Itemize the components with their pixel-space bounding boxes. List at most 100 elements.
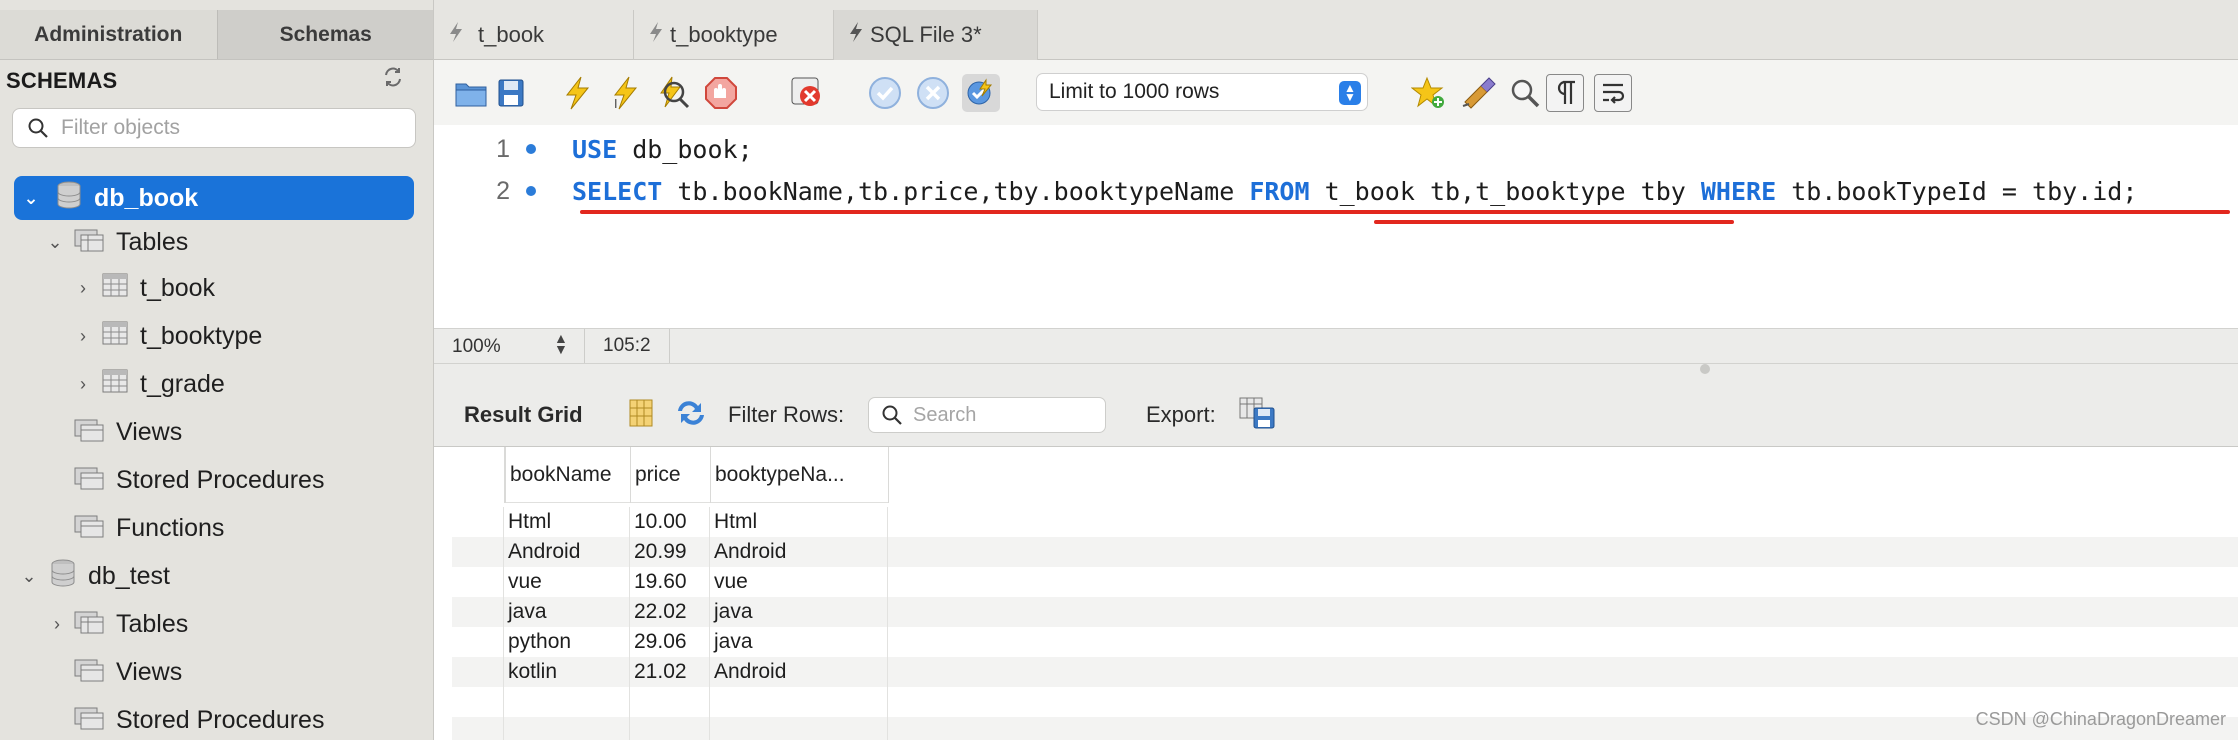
grid-cell[interactable]: Android (710, 657, 888, 687)
toggle-error-icon[interactable] (788, 74, 826, 112)
grid-cell[interactable]: java (710, 597, 888, 627)
tree-item-label: Views (116, 417, 183, 446)
chevron-down-icon[interactable]: ⌄ (20, 188, 42, 209)
table-row[interactable]: vue 19.60 vue (452, 567, 2238, 597)
wrap-icon[interactable] (1594, 74, 1632, 112)
filter-rows-input[interactable] (913, 403, 1093, 427)
grid-cell[interactable]: 10.00 (630, 507, 710, 537)
tree-item-t_booktype[interactable]: › t_booktype (72, 314, 262, 358)
tree-item-views[interactable]: Views (74, 650, 182, 694)
grid-cell[interactable]: 29.06 (630, 627, 710, 657)
table-row[interactable]: python 29.06 java (452, 627, 2238, 657)
chevron-right-icon[interactable]: › (72, 374, 94, 395)
tree-item-label: Views (116, 657, 183, 686)
stop-icon[interactable] (702, 74, 740, 112)
row-selector[interactable] (452, 507, 504, 537)
tab-label: t_booktype (670, 22, 778, 47)
line-number: 2 (496, 176, 510, 205)
tree-item-t_grade[interactable]: › t_grade (72, 362, 225, 406)
row-selector[interactable] (452, 657, 504, 687)
bookmark-icon[interactable] (1410, 74, 1448, 112)
tab-administration[interactable]: Administration (0, 10, 217, 59)
grid-cell[interactable]: vue (504, 567, 630, 597)
execute-current-icon[interactable]: I (606, 74, 644, 112)
chevron-down-icon[interactable]: ⌄ (18, 566, 40, 587)
tree-item-t_book[interactable]: › t_book (72, 266, 215, 310)
tree-item-functions[interactable]: Functions (74, 506, 224, 550)
grid-cell[interactable]: java (710, 627, 888, 657)
filter-objects-input[interactable] (61, 116, 401, 140)
sql-keyword: FROM (1249, 176, 1310, 206)
refresh-schemas-icon[interactable] (382, 66, 404, 94)
column-header[interactable]: price (631, 447, 711, 503)
column-header[interactable]: bookName (505, 447, 631, 503)
tree-item-stored-procedures[interactable]: Stored Procedures (74, 698, 324, 740)
tab-t_booktype[interactable]: t_booktype (634, 10, 834, 60)
limit-rows-select[interactable]: Limit to 1000 rows ▲ ▼ (1036, 73, 1368, 111)
find-icon[interactable] (1506, 74, 1544, 112)
autocommit-icon[interactable] (962, 74, 1000, 112)
grid-cell[interactable]: 20.99 (630, 537, 710, 567)
result-grid[interactable]: bookName price booktypeNa... Html 10.00 … (434, 446, 2238, 740)
execute-icon[interactable] (558, 74, 596, 112)
table-row[interactable]: kotlin 21.02 Android (452, 657, 2238, 687)
chevron-right-icon[interactable]: › (72, 278, 94, 299)
chevron-right-icon[interactable]: › (72, 326, 94, 347)
export-icon[interactable] (1238, 396, 1276, 436)
rollback-icon[interactable] (914, 74, 952, 112)
row-selector[interactable] (452, 717, 504, 740)
grid-cell[interactable]: vue (710, 567, 888, 597)
commit-icon[interactable] (866, 74, 904, 112)
grid-cell[interactable]: kotlin (504, 657, 630, 687)
tree-item-views[interactable]: Views (74, 410, 182, 454)
tree-item-stored-procedures[interactable]: Stored Procedures (74, 458, 324, 502)
lightning-icon (448, 21, 464, 49)
grid-cell[interactable]: Android (710, 537, 888, 567)
tree-item-label: t_book (140, 273, 216, 302)
filter-rows-search[interactable] (868, 397, 1106, 433)
tree-item-tables[interactable]: ⌄ Tables (44, 220, 188, 264)
invisible-chars-icon[interactable] (1546, 74, 1584, 112)
sql-text: tb.bookName,tb.price,tby.booktypeName (662, 176, 1250, 206)
export-label: Export: (1146, 402, 1216, 427)
grid-cell[interactable]: Android (504, 537, 630, 567)
explain-icon[interactable] (654, 74, 692, 112)
tab-sql-file-3[interactable]: SQL File 3* (834, 10, 1038, 60)
tab-t_book[interactable]: t_book (434, 10, 634, 60)
sql-keyword: USE (572, 134, 618, 164)
save-icon[interactable] (492, 74, 530, 112)
table-row[interactable]: Android 20.99 Android (452, 537, 2238, 567)
grid-view-icon[interactable] (628, 398, 654, 434)
grid-cell[interactable]: java (504, 597, 630, 627)
row-selector[interactable] (452, 627, 504, 657)
row-selector[interactable] (452, 567, 504, 597)
open-file-icon[interactable] (452, 74, 490, 112)
zoom-stepper-icon[interactable]: ▲ ▼ (554, 331, 568, 356)
tree-item-db_test[interactable]: ⌄ db_test (18, 554, 170, 598)
refresh-icon[interactable] (674, 398, 708, 434)
table-row-empty[interactable] (452, 687, 2238, 717)
row-selector[interactable] (452, 597, 504, 627)
sql-editor[interactable]: 1 USE db_book; 2 SELECT tb.bookName,tb.p… (434, 125, 2238, 328)
chevron-down-icon[interactable]: ⌄ (44, 232, 66, 253)
grid-cell[interactable]: 21.02 (630, 657, 710, 687)
table-row-empty[interactable] (452, 717, 2238, 740)
beautify-icon[interactable] (1460, 74, 1498, 112)
grid-cell[interactable]: Html (504, 507, 630, 537)
table-row[interactable]: java 22.02 java (452, 597, 2238, 627)
row-selector[interactable] (452, 687, 504, 717)
grid-cell[interactable]: 19.60 (630, 567, 710, 597)
grid-cell[interactable]: Html (710, 507, 888, 537)
chevron-right-icon[interactable]: › (46, 614, 68, 635)
red-underline-annotation (1374, 220, 1734, 224)
grid-cell[interactable]: python (504, 627, 630, 657)
tree-item-db_book[interactable]: ⌄ db_book (14, 176, 414, 220)
splitter-handle[interactable] (1700, 364, 1710, 374)
tree-item-tables[interactable]: › Tables (46, 602, 188, 646)
grid-cell[interactable]: 22.02 (630, 597, 710, 627)
tab-schemas[interactable]: Schemas (216, 10, 433, 59)
table-row[interactable]: Html 10.00 Html (452, 507, 2238, 537)
filter-objects-field[interactable] (12, 108, 416, 148)
row-selector[interactable] (452, 537, 504, 567)
column-header[interactable]: booktypeNa... (711, 447, 889, 503)
